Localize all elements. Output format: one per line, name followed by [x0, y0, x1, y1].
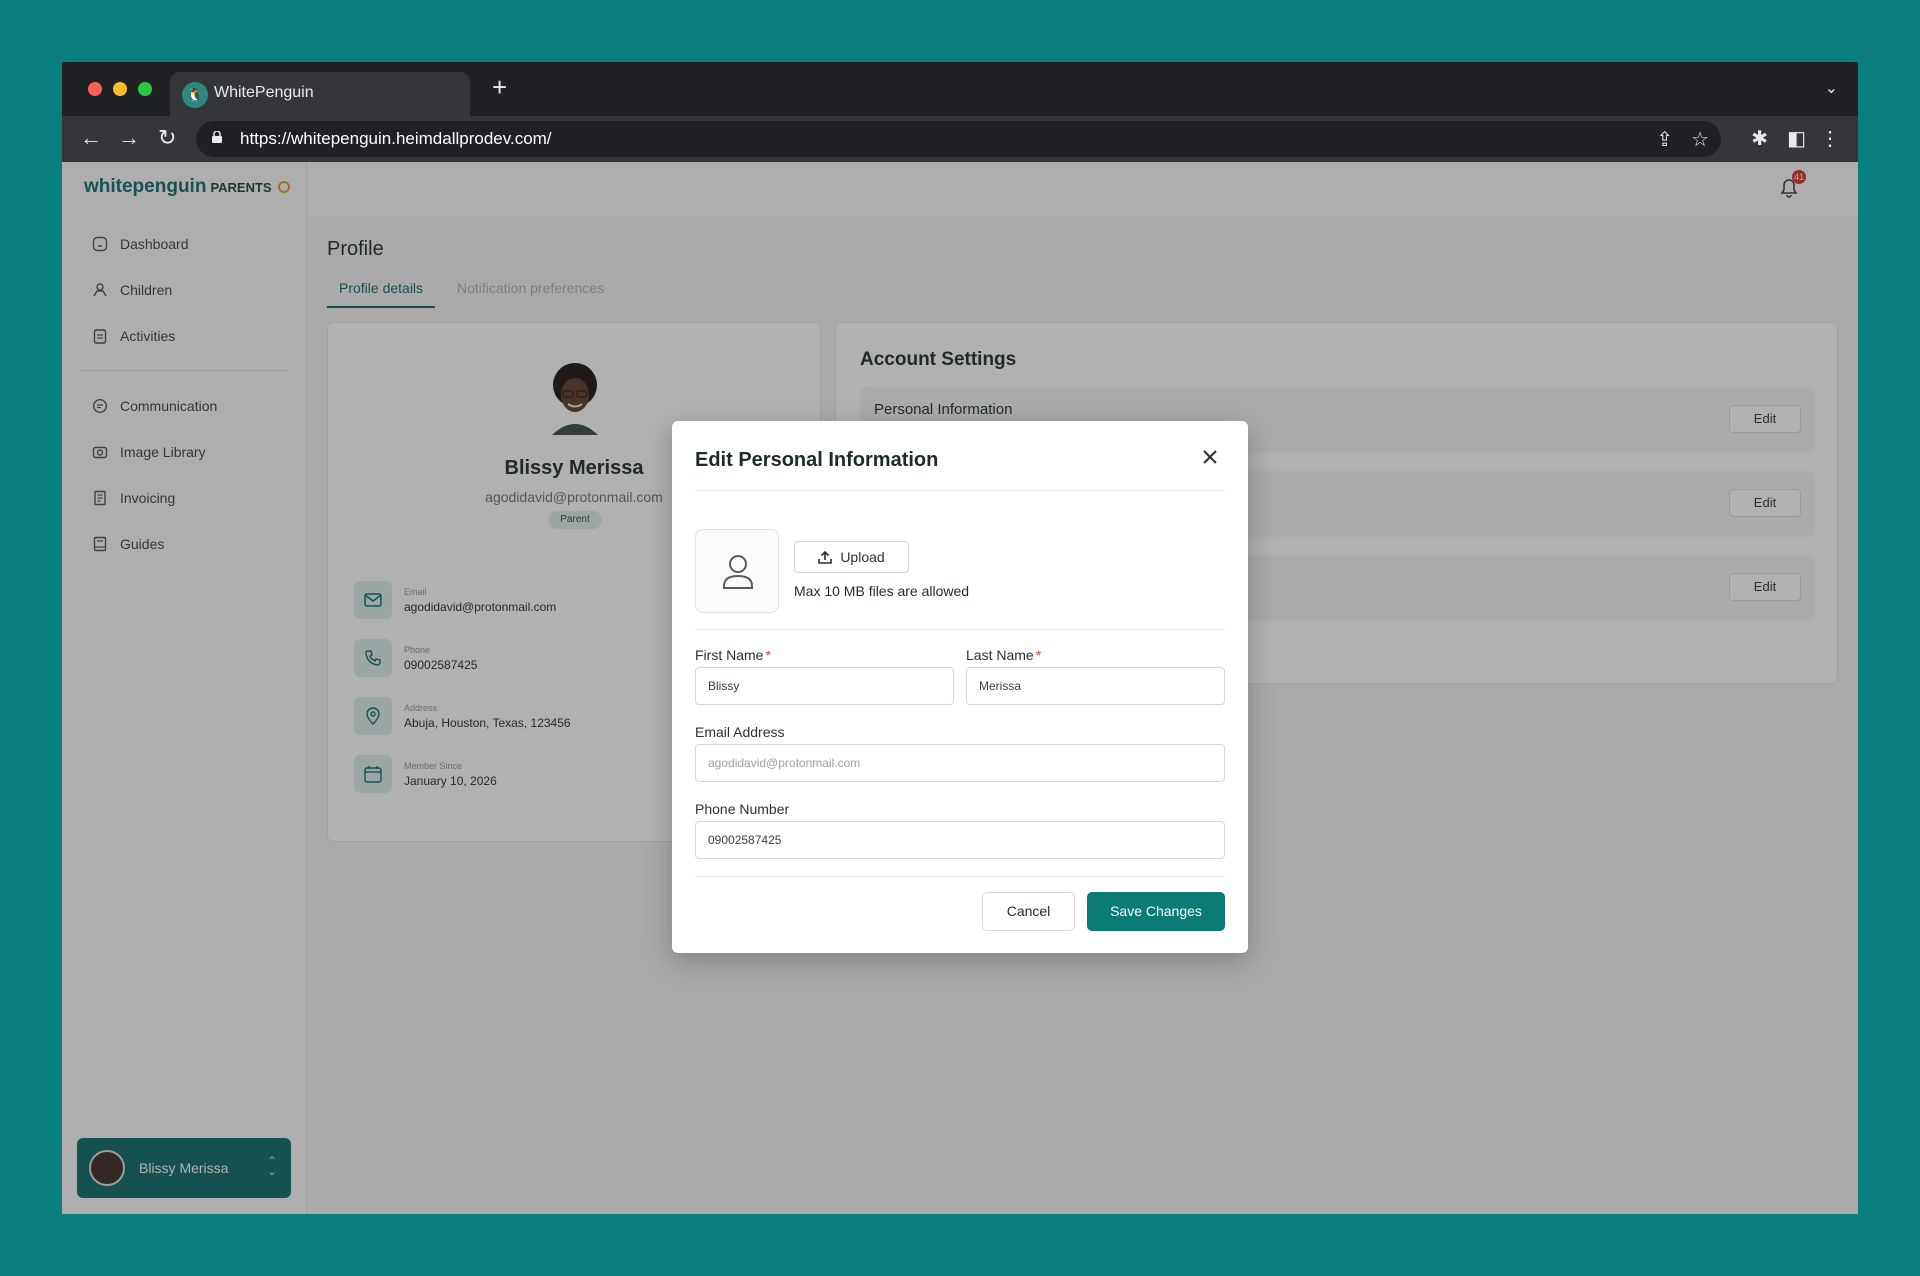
phone-field[interactable] — [695, 821, 1225, 859]
chevron-down-icon[interactable]: ⌄ — [1825, 78, 1838, 98]
upload-label: Upload — [840, 549, 885, 565]
last-name-label: Last Name * — [966, 647, 1041, 663]
upload-button[interactable]: Upload — [794, 541, 909, 573]
forward-button[interactable]: → — [118, 126, 140, 150]
email-field[interactable] — [695, 744, 1225, 782]
minimize-window-button[interactable] — [113, 82, 127, 96]
save-changes-button[interactable]: Save Changes — [1087, 892, 1225, 931]
last-name-field[interactable] — [966, 667, 1225, 705]
label-text: First Name — [695, 647, 764, 663]
maximize-window-button[interactable] — [138, 82, 152, 96]
phone-label: Phone Number — [695, 801, 790, 817]
label-text: Last Name — [966, 647, 1034, 663]
required-asterisk: * — [1035, 647, 1042, 663]
divider — [695, 629, 1225, 630]
close-icon[interactable] — [1202, 449, 1218, 465]
favicon-icon: 🐧 — [182, 82, 208, 108]
side-panel-icon[interactable]: ◧ — [1787, 126, 1806, 151]
bookmark-star-icon[interactable]: ☆ — [1691, 127, 1709, 152]
tab-title: WhitePenguin — [214, 84, 314, 101]
avatar-placeholder — [695, 529, 779, 613]
user-icon — [723, 555, 753, 589]
menu-kebab-icon[interactable]: ⋮ — [1820, 126, 1840, 151]
modal-title: Edit Personal Information — [695, 449, 939, 471]
back-button[interactable]: ← — [80, 126, 102, 150]
browser-toolbar: ← → ↻ https://whitepenguin.heimdallprode… — [62, 116, 1858, 162]
lock-icon — [212, 131, 222, 143]
extensions-icon[interactable]: ✱ — [1751, 126, 1768, 151]
email-label: Email Address — [695, 724, 785, 740]
required-asterisk: * — [765, 647, 771, 663]
tab-strip: 🐧 WhitePenguin + ⌄ — [62, 62, 1858, 116]
new-tab-button[interactable]: + — [492, 74, 507, 100]
divider — [695, 876, 1225, 877]
url-text: https://whitepenguin.heimdallprodev.com/ — [240, 129, 552, 148]
reload-button[interactable]: ↻ — [158, 126, 176, 150]
cancel-button[interactable]: Cancel — [982, 892, 1075, 931]
address-bar[interactable]: https://whitepenguin.heimdallprodev.com/… — [196, 121, 1721, 157]
close-window-button[interactable] — [88, 82, 102, 96]
browser-window: 🐧 WhitePenguin + ⌄ ← → ↻ https://whitepe… — [62, 62, 1858, 1214]
first-name-label: First Name * — [695, 647, 771, 663]
first-name-field[interactable] — [695, 667, 954, 705]
browser-tab[interactable]: 🐧 WhitePenguin — [170, 72, 470, 116]
edit-personal-info-modal: Edit Personal Information Upload Max 10 … — [672, 421, 1248, 953]
upload-icon — [818, 550, 833, 564]
divider — [695, 490, 1225, 491]
share-icon[interactable]: ⇪ — [1656, 127, 1673, 152]
upload-hint: Max 10 MB files are allowed — [794, 583, 970, 599]
